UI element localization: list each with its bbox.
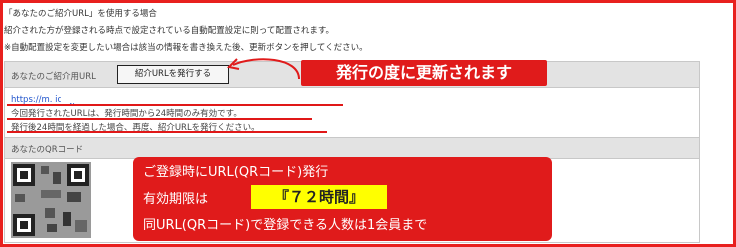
qr-code-image xyxy=(11,162,91,238)
qr-section-header: あなたのQRコード xyxy=(5,137,699,159)
qr-section-label: あなたのQRコード xyxy=(11,145,84,155)
reissue-note-underline xyxy=(7,131,327,133)
intro-line-3: ※自動配置設定を変更したい場合は該当の情報を書き換えた後、更新ボタンを押してくだ… xyxy=(4,43,368,53)
validity-note-underline xyxy=(7,118,312,120)
url-underline xyxy=(7,104,343,106)
callout-arrow-icon xyxy=(226,58,300,80)
url-section-label: あなたのご紹介用URL xyxy=(11,72,96,82)
url-redaction-2 xyxy=(170,92,282,103)
intro-line-2: 紹介された方が登録される時点で設定されている自動配置設定に則って配置されます。 xyxy=(4,26,334,36)
info-expiry-label: 有効期限は xyxy=(143,192,209,207)
intro-line-1: 「あなたのご紹介URL」を使用する場合 xyxy=(4,9,157,19)
update-callout: 発行の度に更新されます xyxy=(301,60,547,86)
url-redaction-1 xyxy=(61,92,115,103)
expiry-highlight: 『７２時間』 xyxy=(251,185,387,209)
info-issue-line: ご登録時にURL(QRコード)発行 xyxy=(143,165,329,180)
info-callout-box: ご登録時にURL(QRコード)発行 有効期限は 『７２時間』 同URL(QRコー… xyxy=(133,157,552,241)
info-limit-line: 同URL(QRコード)で登録できる人数は1会員まで xyxy=(143,218,428,233)
issue-url-button[interactable]: 紹介URLを発行する xyxy=(117,65,229,84)
